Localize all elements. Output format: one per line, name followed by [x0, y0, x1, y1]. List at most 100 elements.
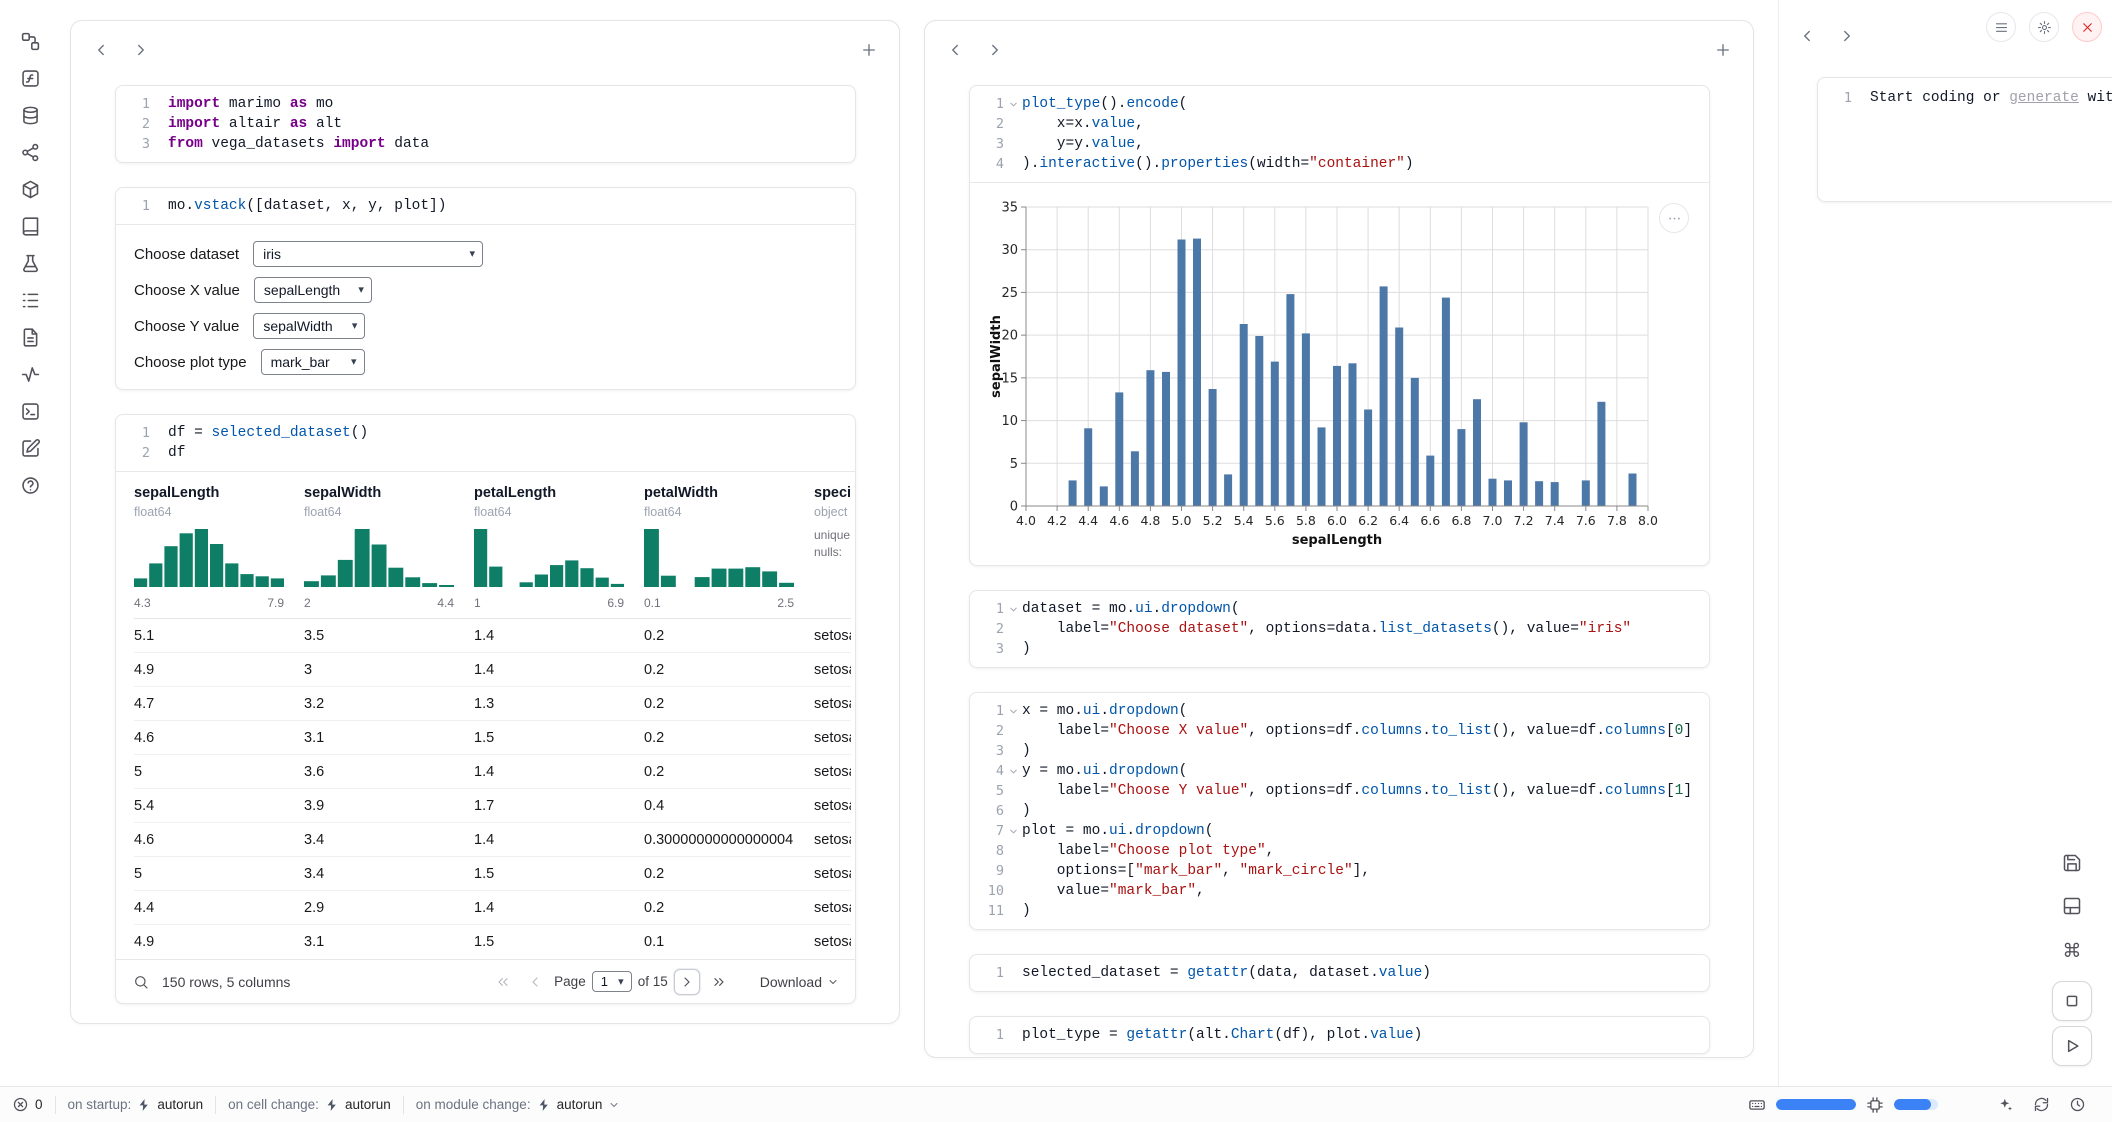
- code-editor-selected-dataset[interactable]: 1selected_dataset = getattr(data, datase…: [970, 955, 1709, 991]
- save-notebook-button[interactable]: [2052, 843, 2092, 883]
- column-2-add-cell-button[interactable]: [1709, 36, 1737, 64]
- fold-chevron-icon: [150, 134, 168, 154]
- svg-text:5.6: 5.6: [1265, 513, 1285, 528]
- panel-prev-button[interactable]: [1793, 22, 1821, 50]
- line-number: 1: [1818, 88, 1852, 108]
- code-line: 2 label="Choose dataset", options=data.l…: [970, 619, 1699, 639]
- panel-activity-button[interactable]: [14, 359, 46, 389]
- last-page-button[interactable]: [706, 969, 732, 995]
- run-all-button[interactable]: [2052, 1026, 2092, 1066]
- table-row[interactable]: 53.41.50.2setosa: [134, 857, 851, 891]
- code-editor-imports[interactable]: 1import marimo as mo2import altair as al…: [116, 86, 855, 162]
- column-header[interactable]: petalWidthfloat640.12.5: [644, 482, 814, 610]
- fold-chevron-icon: [1004, 701, 1022, 721]
- page-select[interactable]: 1: [592, 971, 632, 992]
- column-1-add-cell-button[interactable]: [855, 36, 883, 64]
- code-line: 2 label="Choose X value", options=df.col…: [970, 721, 1699, 741]
- notebook-column-1: 1import marimo as mo2import altair as al…: [70, 20, 900, 1024]
- dropdown-label: Choose Y value: [134, 318, 239, 335]
- code-line: 9 options=["mark_bar", "mark_circle"],: [970, 861, 1699, 881]
- column-header[interactable]: petalLengthfloat6416.9: [474, 482, 644, 610]
- first-page-button[interactable]: [490, 969, 516, 995]
- panel-terminal-button[interactable]: [14, 396, 46, 426]
- column-header[interactable]: sepalLengthfloat644.37.9: [134, 482, 304, 610]
- document-icon: [20, 327, 41, 348]
- column-histogram: [134, 527, 284, 587]
- table-row[interactable]: 4.42.91.40.2setosa: [134, 891, 851, 925]
- on-module-change-config-button[interactable]: on module change:autorun: [416, 1097, 621, 1112]
- panel-network-button[interactable]: [14, 137, 46, 167]
- panel-file-function-button[interactable]: [14, 63, 46, 93]
- flask-icon: [20, 253, 41, 274]
- code-line: 3): [970, 639, 1699, 659]
- panel-help-button[interactable]: [14, 470, 46, 500]
- column-1-prev-button[interactable]: [87, 36, 115, 64]
- code-editor-plot-type[interactable]: 1plot_type = getattr(alt.Chart(df), plot…: [970, 1017, 1709, 1053]
- choose-dataset-select[interactable]: iris: [253, 241, 483, 267]
- column-1-next-button[interactable]: [127, 36, 155, 64]
- table-row[interactable]: 53.61.40.2setosa: [134, 755, 851, 789]
- code-editor-controls[interactable]: 1x = mo.ui.dropdown(2 label="Choose X va…: [970, 693, 1709, 929]
- panel-document-button[interactable]: [14, 322, 46, 352]
- prev-page-button[interactable]: [522, 969, 548, 995]
- table-search-button[interactable]: [128, 969, 154, 995]
- svg-text:5.0: 5.0: [1172, 513, 1192, 528]
- table-row[interactable]: 4.63.11.50.2setosa: [134, 721, 851, 755]
- table-row[interactable]: 4.63.41.40.30000000000000004setosa: [134, 823, 851, 857]
- next-page-button[interactable]: [674, 969, 700, 995]
- column-header[interactable]: sepalWidthfloat6424.4: [304, 482, 474, 610]
- svg-text:8.0: 8.0: [1638, 513, 1658, 528]
- choose-y-value-select[interactable]: sepalWidth: [253, 313, 365, 339]
- table-row[interactable]: 4.93.11.50.1setosa: [134, 925, 851, 959]
- generate-link[interactable]: generate: [2009, 90, 2079, 106]
- choose-x-value-select[interactable]: sepalLength: [254, 277, 372, 303]
- table-row[interactable]: 4.73.21.30.2setosa: [134, 687, 851, 721]
- code-editor-plot[interactable]: 1plot_type().encode(2 x=x.value,3 y=y.va…: [970, 86, 1709, 182]
- table-row[interactable]: 5.43.91.70.4setosa: [134, 789, 851, 823]
- panel-flask-button[interactable]: [14, 248, 46, 278]
- column-1-header: [71, 21, 899, 85]
- recent-runs-button[interactable]: [2064, 1092, 2090, 1118]
- line-number: 1: [116, 423, 150, 443]
- panel-close-button[interactable]: [2072, 12, 2102, 42]
- panel-database-button[interactable]: [14, 100, 46, 130]
- table-row[interactable]: 4.931.40.2setosa: [134, 653, 851, 687]
- dropdown-label: Choose plot type: [134, 354, 247, 371]
- panel-menu-button[interactable]: [1986, 12, 2016, 42]
- sync-button[interactable]: [2028, 1092, 2054, 1118]
- divider: [215, 1096, 216, 1114]
- chart-menu-button[interactable]: [1659, 203, 1689, 233]
- on-startup-config-button[interactable]: on startup:autorun: [68, 1097, 204, 1112]
- on-cell-change-config-button[interactable]: on cell change:autorun: [228, 1097, 391, 1112]
- app-view-button[interactable]: [2052, 886, 2092, 926]
- choose-plot-type-select[interactable]: mark_bar: [261, 349, 365, 375]
- ai-editor-cell[interactable]: 1 Start coding or generate with: [1817, 77, 2112, 202]
- panel-settings-button[interactable]: [2029, 12, 2059, 42]
- panel-workflow-button[interactable]: [14, 26, 46, 56]
- code-editor-dataframe[interactable]: 1df = selected_dataset()2df: [116, 415, 855, 471]
- errors-indicator-button[interactable]: 0: [12, 1096, 43, 1113]
- panel-scratchpad-button[interactable]: [14, 433, 46, 463]
- column-2-prev-button[interactable]: [941, 36, 969, 64]
- download-button[interactable]: Download: [760, 974, 839, 990]
- code-editor-dataset[interactable]: 1dataset = mo.ui.dropdown(2 label="Choos…: [970, 591, 1709, 667]
- ai-assistant-button[interactable]: [1992, 1092, 2018, 1118]
- column-header[interactable]: speciesobjectunique:nulls:: [814, 482, 851, 610]
- database-icon: [20, 105, 41, 126]
- panel-next-button[interactable]: [1833, 22, 1861, 50]
- panel-logs-button[interactable]: [14, 285, 46, 315]
- line-number: 7: [970, 821, 1004, 841]
- fold-chevron-icon: [1004, 861, 1022, 881]
- panel-book-button[interactable]: [14, 211, 46, 241]
- panel-package-button[interactable]: [14, 174, 46, 204]
- dropdown-row: Choose plot type mark_bar: [134, 349, 837, 375]
- column-2-next-button[interactable]: [981, 36, 1009, 64]
- keyboard-shortcuts-button[interactable]: ⌘: [2052, 931, 2092, 971]
- cpu-usage-bar: [1894, 1099, 1938, 1110]
- table-row[interactable]: 5.13.51.40.2setosa: [134, 619, 851, 653]
- svg-text:4.6: 4.6: [1109, 513, 1129, 528]
- altair-bar-chart[interactable]: 051015202530354.04.24.44.64.85.05.25.45.…: [984, 195, 1699, 557]
- interrupt-button[interactable]: [2052, 981, 2092, 1021]
- code-editor-vstack[interactable]: 1mo.vstack([dataset, x, y, plot]): [116, 188, 855, 224]
- svg-text:6.6: 6.6: [1420, 513, 1440, 528]
